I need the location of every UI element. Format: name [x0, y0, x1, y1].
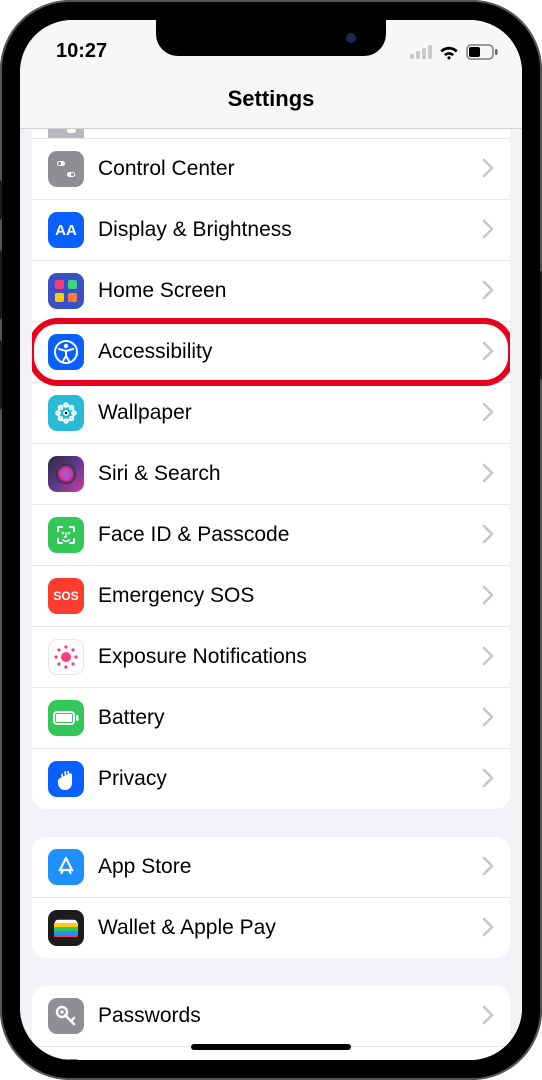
- settings-row-exposure-notifications[interactable]: Exposure Notifications: [32, 627, 510, 688]
- status-time: 10:27: [56, 40, 107, 63]
- settings-row-display-brightness[interactable]: AA Display & Brightness: [32, 200, 510, 261]
- passwords-icon: [48, 998, 84, 1034]
- settings-row-privacy[interactable]: Privacy: [32, 749, 510, 809]
- control-center-icon: [48, 151, 84, 187]
- wallpaper-icon: [48, 395, 84, 431]
- siri-search-icon: [48, 456, 84, 492]
- settings-row-label: Wallet & Apple Pay: [98, 916, 468, 940]
- settings-row-label: Privacy: [98, 767, 468, 791]
- emergency-sos-icon: SOS: [48, 578, 84, 614]
- wallet-apple-pay-icon: [48, 910, 84, 946]
- accessibility-icon: [48, 334, 84, 370]
- settings-row-label: Display & Brightness: [98, 218, 468, 242]
- mute-switch: [0, 180, 2, 220]
- settings-row-label: Accessibility: [98, 340, 468, 364]
- settings-row-label: Face ID & Passcode: [98, 523, 468, 547]
- wifi-icon: [438, 44, 460, 60]
- chevron-right-icon: [482, 398, 494, 429]
- settings-row-general-partial[interactable]: [32, 129, 510, 139]
- chevron-right-icon: [482, 154, 494, 185]
- volume-down-button: [0, 340, 2, 410]
- cellular-icon: [410, 45, 432, 59]
- settings-row-emergency-sos[interactable]: SOS Emergency SOS: [32, 566, 510, 627]
- settings-row-passwords[interactable]: Passwords: [32, 986, 510, 1047]
- settings-row-battery[interactable]: Battery: [32, 688, 510, 749]
- settings-row-home-screen[interactable]: Home Screen: [32, 261, 510, 322]
- chevron-right-icon: [482, 852, 494, 883]
- general-icon: [48, 129, 84, 138]
- face-id-passcode-icon: [48, 517, 84, 553]
- chevron-right-icon: [482, 703, 494, 734]
- settings-row-label: Siri & Search: [98, 462, 468, 486]
- settings-row-wallet-apple-pay[interactable]: Wallet & Apple Pay: [32, 898, 510, 958]
- display-brightness-icon: AA: [48, 212, 84, 248]
- home-screen-icon: [48, 273, 84, 309]
- mail-icon: [48, 1059, 84, 1060]
- settings-row-label: Passwords: [98, 1004, 468, 1028]
- status-right: [410, 42, 498, 60]
- settings-group: App Store Wallet & Apple Pay: [32, 837, 510, 958]
- chevron-right-icon: [482, 337, 494, 368]
- screen: 10:27 Settings Control Center AA Display &…: [20, 20, 522, 1060]
- exposure-notifications-icon: [48, 639, 84, 675]
- settings-row-face-id-passcode[interactable]: Face ID & Passcode: [32, 505, 510, 566]
- settings-row-control-center[interactable]: Control Center: [32, 139, 510, 200]
- settings-row-label: Exposure Notifications: [98, 645, 468, 669]
- notch: [156, 20, 386, 56]
- chevron-right-icon: [482, 276, 494, 307]
- settings-row-label: Wallpaper: [98, 401, 468, 425]
- chevron-right-icon: [482, 1001, 494, 1032]
- settings-row-app-store[interactable]: App Store: [32, 837, 510, 898]
- settings-row-label: App Store: [98, 855, 468, 879]
- settings-row-label: Home Screen: [98, 279, 468, 303]
- nav-header: Settings: [20, 70, 522, 129]
- settings-row-wallpaper[interactable]: Wallpaper: [32, 383, 510, 444]
- settings-group: Control Center AA Display & Brightness Home…: [32, 129, 510, 809]
- chevron-right-icon: [482, 215, 494, 246]
- app-store-icon: [48, 849, 84, 885]
- settings-row-label: Emergency SOS: [98, 584, 468, 608]
- chevron-right-icon: [482, 459, 494, 490]
- settings-row-label: Battery: [98, 706, 468, 730]
- chevron-right-icon: [482, 581, 494, 612]
- chevron-right-icon: [482, 764, 494, 795]
- volume-up-button: [0, 250, 2, 320]
- battery-icon: [48, 700, 84, 736]
- settings-content[interactable]: Control Center AA Display & Brightness Home…: [20, 129, 522, 1060]
- chevron-right-icon: [482, 520, 494, 551]
- page-title: Settings: [20, 86, 522, 112]
- settings-row-label: Control Center: [98, 157, 468, 181]
- privacy-icon: [48, 761, 84, 797]
- chevron-right-icon: [482, 642, 494, 673]
- home-indicator[interactable]: [191, 1044, 351, 1050]
- front-camera: [346, 33, 356, 43]
- phone-frame: 10:27 Settings Control Center AA Display &…: [0, 0, 542, 1080]
- battery-icon: [466, 44, 498, 60]
- settings-row-accessibility[interactable]: Accessibility: [32, 322, 510, 383]
- chevron-right-icon: [482, 913, 494, 944]
- settings-row-siri-search[interactable]: Siri & Search: [32, 444, 510, 505]
